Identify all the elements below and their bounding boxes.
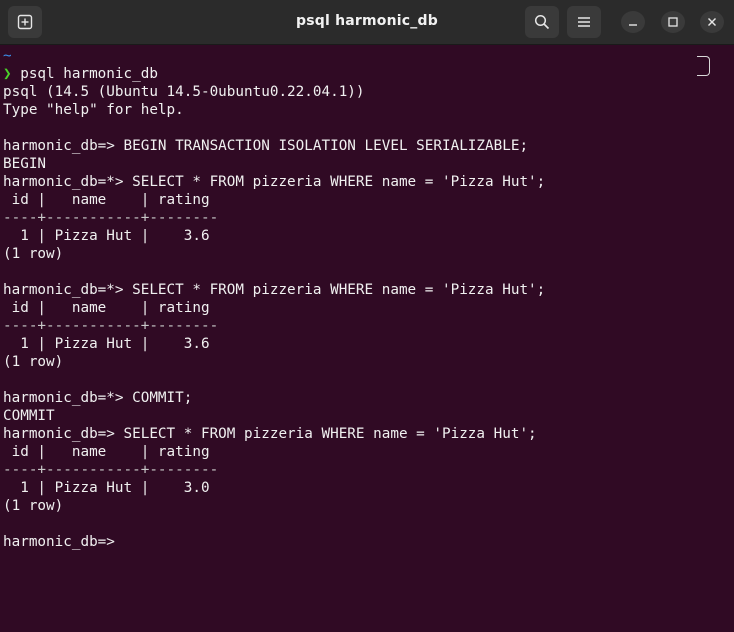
- terminal-line: Type "help" for help.: [3, 102, 184, 118]
- minimize-icon: [629, 24, 637, 26]
- terminal-line: harmonic_db=> BEGIN TRANSACTION ISOLATIO…: [3, 138, 529, 154]
- menu-button[interactable]: [567, 6, 601, 38]
- terminal-line: harmonic_db=> SELECT * FROM pizzeria WHE…: [3, 426, 537, 442]
- terminal-output[interactable]: ~ ❯ psql harmonic_db psql (14.5 (Ubuntu …: [0, 45, 734, 632]
- terminal-line: psql (14.5 (Ubuntu 14.5-0ubuntu0.22.04.1…: [3, 84, 365, 100]
- shell-prompt-line: ❯ psql harmonic_db: [3, 65, 158, 83]
- table-row: 1 | Pizza Hut | 3.0: [3, 480, 210, 496]
- row-count: (1 row): [3, 246, 64, 262]
- table-separator: ----+-----------+--------: [3, 318, 219, 334]
- table-separator: ----+-----------+--------: [3, 462, 219, 478]
- terminal-line: BEGIN: [3, 156, 47, 172]
- table-header: id | name | rating: [3, 444, 210, 460]
- table-row: 1 | Pizza Hut | 3.6: [3, 336, 210, 352]
- minimize-button[interactable]: [621, 11, 645, 33]
- scrollbar-thumb[interactable]: [697, 56, 710, 76]
- cwd-tilde: ~: [3, 48, 12, 64]
- terminal-line: harmonic_db=*> SELECT * FROM pizzeria WH…: [3, 174, 546, 190]
- shell-command: psql harmonic_db: [11, 66, 158, 82]
- terminal-line: harmonic_db=*> SELECT * FROM pizzeria WH…: [3, 282, 546, 298]
- terminal-line: harmonic_db=*> COMMIT;: [3, 390, 193, 406]
- title-bar[interactable]: psql harmonic_db: [0, 0, 734, 45]
- hamburger-menu-icon: [578, 17, 590, 27]
- close-button[interactable]: [700, 11, 724, 33]
- terminal-window: psql harmonic_db ~ ❯ psql harmonic_db ps…: [0, 0, 734, 632]
- active-prompt: harmonic_db=>: [3, 534, 124, 550]
- table-row: 1 | Pizza Hut | 3.6: [3, 228, 210, 244]
- terminal-line: COMMIT: [3, 408, 55, 424]
- prompt-chevron-icon: ❯: [3, 66, 12, 82]
- maximize-button[interactable]: [661, 11, 685, 33]
- table-header: id | name | rating: [3, 192, 210, 208]
- table-header: id | name | rating: [3, 300, 210, 316]
- table-separator: ----+-----------+--------: [3, 210, 219, 226]
- row-count: (1 row): [3, 354, 64, 370]
- row-count: (1 row): [3, 498, 64, 514]
- search-button[interactable]: [525, 6, 559, 38]
- close-icon: [708, 18, 716, 26]
- maximize-icon: [668, 17, 678, 27]
- search-icon: [534, 14, 550, 30]
